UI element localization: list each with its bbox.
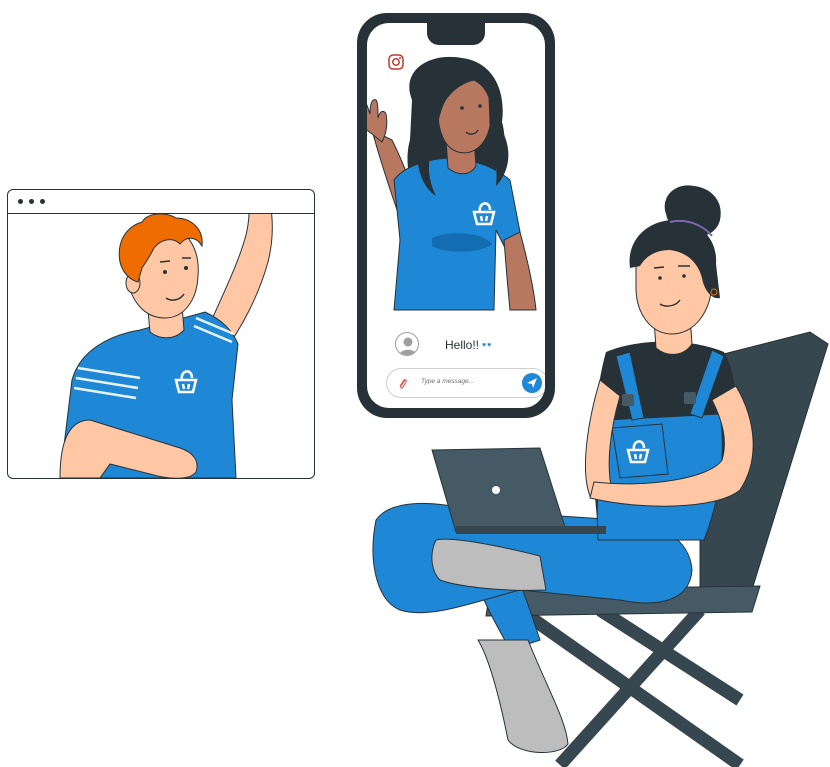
woman-with-laptop-illustration bbox=[372, 185, 829, 767]
